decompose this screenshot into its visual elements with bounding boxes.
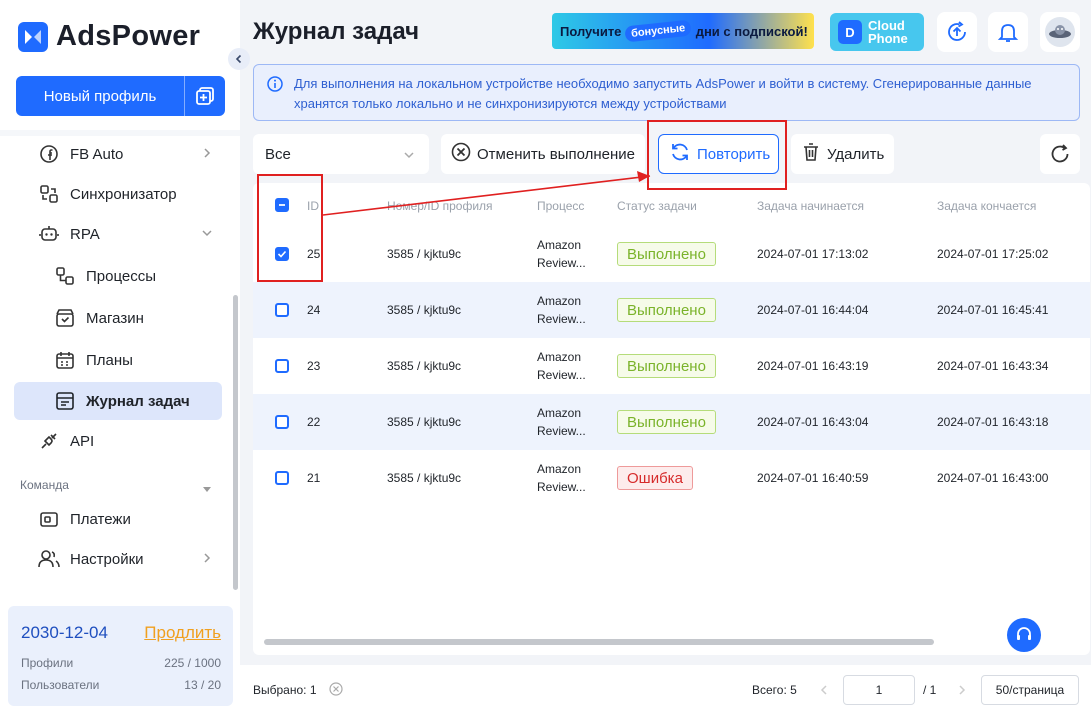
collapse-sidebar-button[interactable] bbox=[228, 48, 250, 70]
annotation-arrow bbox=[322, 171, 651, 216]
chevron-left-icon bbox=[235, 54, 242, 64]
